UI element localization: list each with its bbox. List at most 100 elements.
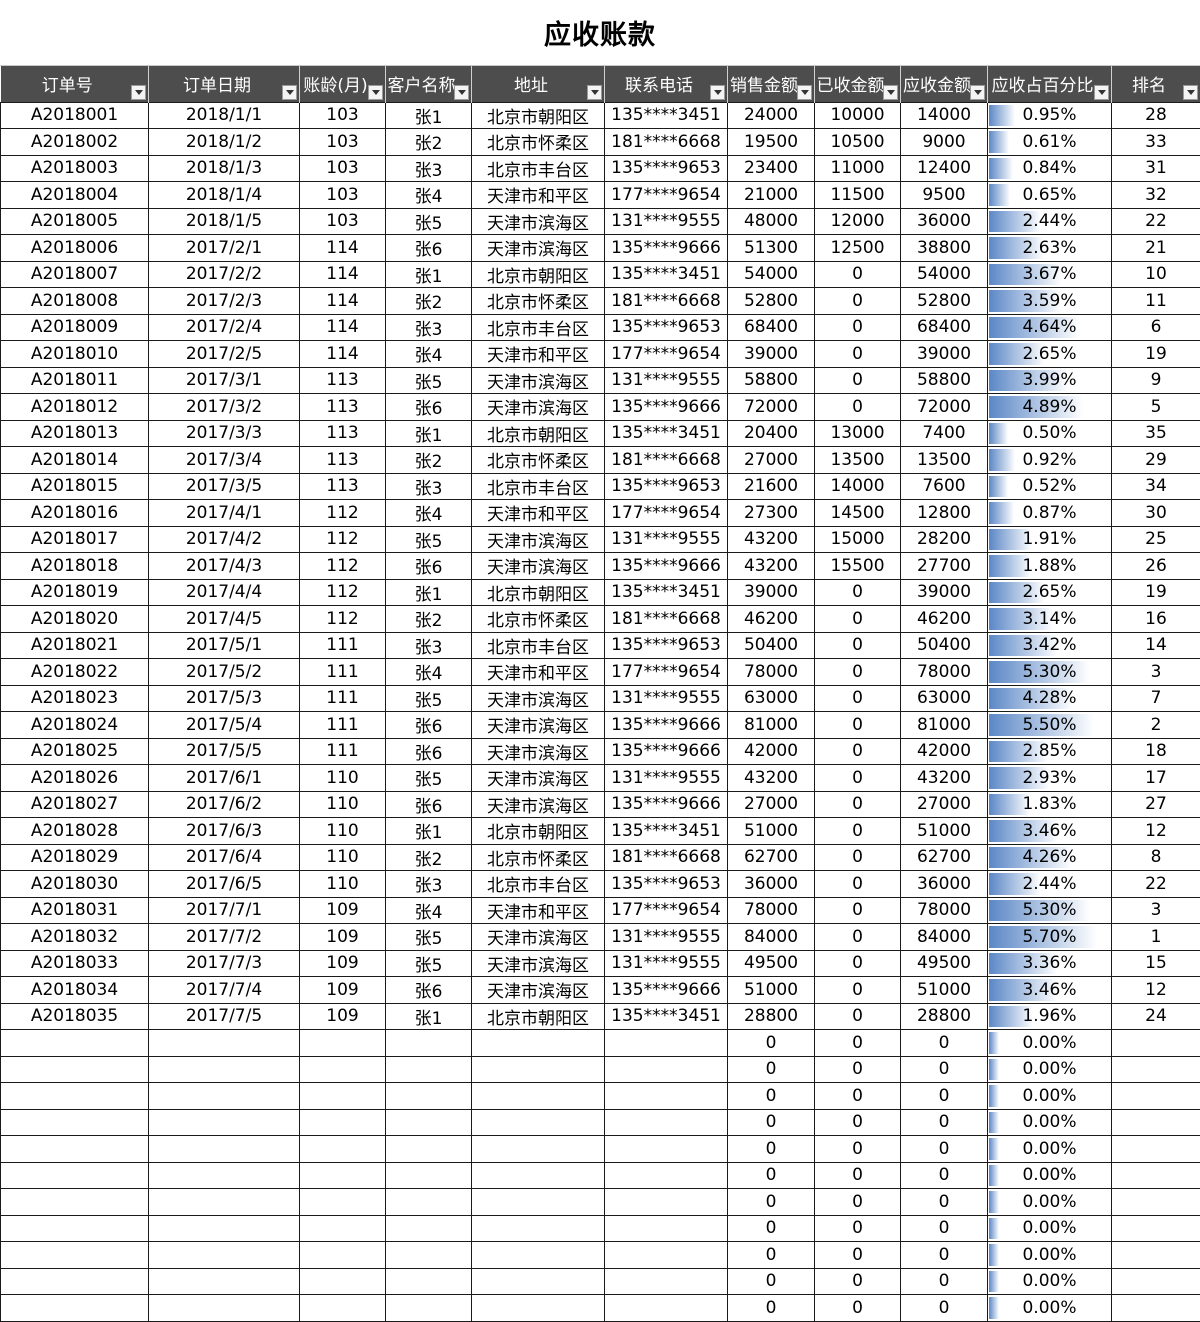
table-cell[interactable]: 5.50%	[988, 712, 1112, 739]
table-cell[interactable]: 84000	[728, 924, 815, 951]
table-cell[interactable]: 22	[1112, 208, 1200, 235]
table-cell[interactable]: A2018001	[1, 102, 149, 129]
table-cell[interactable]: 52800	[728, 288, 815, 315]
table-cell[interactable]: 1.96%	[988, 1003, 1112, 1030]
table-cell[interactable]: A2018025	[1, 738, 149, 765]
table-cell[interactable]: 9500	[901, 182, 988, 209]
table-cell[interactable]	[300, 1242, 386, 1269]
table-cell[interactable]: 24	[1112, 1003, 1200, 1030]
table-cell[interactable]: 50400	[901, 632, 988, 659]
table-cell[interactable]: 39000	[728, 341, 815, 368]
table-cell[interactable]: 张5	[386, 924, 472, 951]
table-cell[interactable]: 2017/6/2	[149, 791, 300, 818]
table-cell[interactable]: 62700	[728, 844, 815, 871]
table-cell[interactable]: 131****9555	[605, 526, 728, 553]
table-cell[interactable]	[605, 1083, 728, 1110]
table-cell[interactable]: 0	[901, 1215, 988, 1242]
table-cell[interactable]: 110	[300, 765, 386, 792]
table-cell[interactable]: 天津市滨海区	[472, 765, 605, 792]
table-cell[interactable]: 0.00%	[988, 1295, 1112, 1322]
table-cell[interactable]	[1, 1295, 149, 1322]
table-cell[interactable]: 21	[1112, 235, 1200, 262]
table-cell[interactable]: 0.00%	[988, 1215, 1112, 1242]
table-cell[interactable]: 2017/7/1	[149, 897, 300, 924]
table-cell[interactable]: A2018032	[1, 924, 149, 951]
table-cell[interactable]: 43200	[728, 526, 815, 553]
table-cell[interactable]	[149, 1295, 300, 1322]
table-cell[interactable]: A2018029	[1, 844, 149, 871]
table-cell[interactable]	[1, 1215, 149, 1242]
table-cell[interactable]: 张3	[386, 155, 472, 182]
table-cell[interactable]: 131****9555	[605, 950, 728, 977]
column-header[interactable]: 订单日期	[149, 66, 300, 102]
table-cell[interactable]: 2018/1/2	[149, 129, 300, 156]
table-cell[interactable]: 天津市滨海区	[472, 208, 605, 235]
table-cell[interactable]: 131****9555	[605, 685, 728, 712]
table-cell[interactable]: 2017/5/5	[149, 738, 300, 765]
table-cell[interactable]: 84000	[901, 924, 988, 951]
table-cell[interactable]	[1112, 1083, 1200, 1110]
table-cell[interactable]: 0	[815, 950, 901, 977]
table-cell[interactable]	[1, 1162, 149, 1189]
table-cell[interactable]: 张5	[386, 685, 472, 712]
table-cell[interactable]: 29	[1112, 447, 1200, 474]
table-cell[interactable]: 68400	[901, 314, 988, 341]
table-cell[interactable]	[386, 1295, 472, 1322]
table-cell[interactable]: 112	[300, 526, 386, 553]
table-cell[interactable]: 19500	[728, 129, 815, 156]
table-cell[interactable]: 114	[300, 235, 386, 262]
table-cell[interactable]: 27700	[901, 553, 988, 580]
table-cell[interactable]: 1	[1112, 924, 1200, 951]
table-cell[interactable]: 北京市丰台区	[472, 473, 605, 500]
table-cell[interactable]: 42000	[901, 738, 988, 765]
table-cell[interactable]	[605, 1030, 728, 1057]
table-cell[interactable]	[300, 1030, 386, 1057]
table-cell[interactable]: A2018004	[1, 182, 149, 209]
table-cell[interactable]: 36000	[901, 871, 988, 898]
table-cell[interactable]: 135****9653	[605, 871, 728, 898]
table-cell[interactable]: 0	[815, 659, 901, 686]
table-cell[interactable]: 14000	[815, 473, 901, 500]
table-cell[interactable]: 51000	[901, 977, 988, 1004]
table-cell[interactable]: 38800	[901, 235, 988, 262]
table-cell[interactable]	[472, 1242, 605, 1269]
table-cell[interactable]: 46200	[728, 606, 815, 633]
table-cell[interactable]: 131****9555	[605, 367, 728, 394]
table-cell[interactable]: 张2	[386, 844, 472, 871]
table-cell[interactable]: 131****9555	[605, 924, 728, 951]
table-cell[interactable]	[605, 1056, 728, 1083]
column-header[interactable]: 应收占百分比	[988, 66, 1112, 102]
filter-dropdown-icon[interactable]	[282, 85, 297, 100]
table-cell[interactable]: 2018/1/5	[149, 208, 300, 235]
table-cell[interactable]: 0	[815, 1083, 901, 1110]
table-cell[interactable]: 135****3451	[605, 1003, 728, 1030]
table-cell[interactable]: 10000	[815, 102, 901, 129]
table-cell[interactable]: A2018012	[1, 394, 149, 421]
table-cell[interactable]: 81000	[901, 712, 988, 739]
table-cell[interactable]: 12000	[815, 208, 901, 235]
table-cell[interactable]: 0	[815, 1268, 901, 1295]
table-cell[interactable]: 天津市和平区	[472, 341, 605, 368]
table-cell[interactable]: 177****9654	[605, 182, 728, 209]
table-cell[interactable]: 天津市滨海区	[472, 367, 605, 394]
table-cell[interactable]: 0.00%	[988, 1083, 1112, 1110]
table-cell[interactable]: 0	[728, 1189, 815, 1216]
table-cell[interactable]	[605, 1242, 728, 1269]
table-cell[interactable]: 张1	[386, 1003, 472, 1030]
table-cell[interactable]: A2018006	[1, 235, 149, 262]
table-cell[interactable]: 135****3451	[605, 420, 728, 447]
table-cell[interactable]	[149, 1083, 300, 1110]
table-cell[interactable]: 2017/2/3	[149, 288, 300, 315]
table-cell[interactable]: 0	[815, 632, 901, 659]
table-cell[interactable]: 113	[300, 420, 386, 447]
table-cell[interactable]: 0	[728, 1030, 815, 1057]
table-cell[interactable]: 2	[1112, 712, 1200, 739]
table-cell[interactable]: 1.83%	[988, 791, 1112, 818]
table-cell[interactable]: 0	[901, 1030, 988, 1057]
table-cell[interactable]: 110	[300, 871, 386, 898]
table-cell[interactable]	[472, 1136, 605, 1163]
table-cell[interactable]: 张4	[386, 341, 472, 368]
table-cell[interactable]: 34	[1112, 473, 1200, 500]
table-cell[interactable]	[300, 1083, 386, 1110]
table-cell[interactable]	[1112, 1056, 1200, 1083]
